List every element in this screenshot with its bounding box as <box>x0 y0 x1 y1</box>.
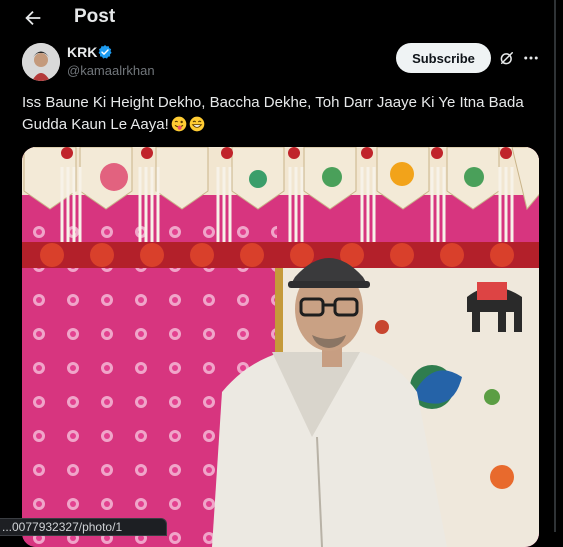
post-image[interactable] <box>22 147 539 547</box>
grok-icon[interactable] <box>498 49 516 67</box>
grinning-face-icon <box>189 116 205 132</box>
post-header: Post <box>0 0 555 36</box>
avatar-image <box>22 43 60 81</box>
page-title: Post <box>74 6 116 27</box>
tweet-text-content: Iss Baune Ki Height Dekho, Baccha Dekhe,… <box>22 94 524 133</box>
column-divider <box>554 0 556 532</box>
link-preview-url: ...0077932327/photo/1 <box>0 518 167 536</box>
arrow-left-icon[interactable] <box>22 7 44 29</box>
photo-illustration <box>22 147 539 547</box>
author-handle[interactable]: @kamaalrkhan <box>67 63 155 78</box>
winking-face-with-tongue-icon <box>171 116 187 132</box>
more-options-icon[interactable] <box>522 49 540 67</box>
subscribe-button[interactable]: Subscribe <box>396 43 491 73</box>
verified-badge-icon <box>98 45 112 59</box>
avatar[interactable] <box>22 43 60 81</box>
tweet-text: Iss Baune Ki Height Dekho, Baccha Dekhe,… <box>22 92 542 136</box>
author-name[interactable]: KRK <box>67 44 97 60</box>
